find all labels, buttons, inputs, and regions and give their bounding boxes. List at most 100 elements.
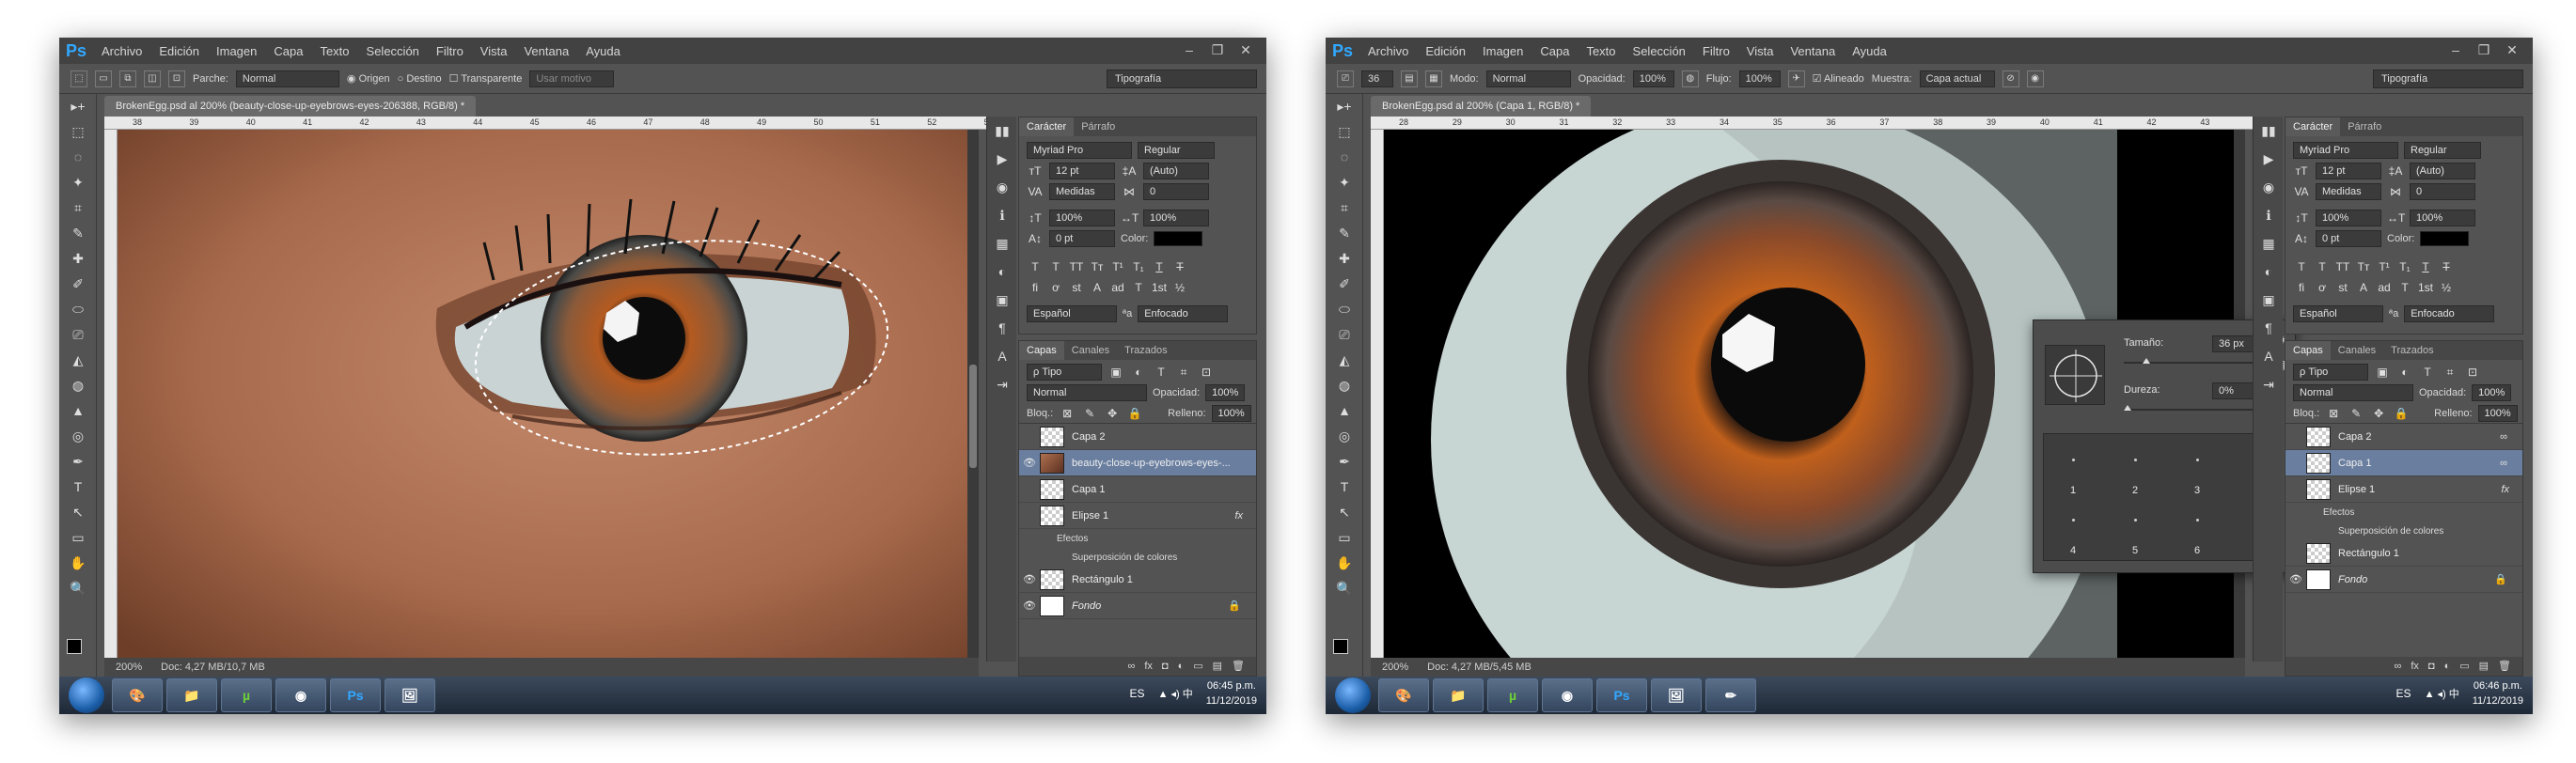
link-layers-icon[interactable]: ∞ bbox=[2395, 657, 2402, 676]
menu-filtro[interactable]: Filtro bbox=[1694, 44, 1738, 58]
discretionary-ligatures-button[interactable]: ơ bbox=[1047, 281, 1064, 294]
ordinals-button[interactable]: 1st bbox=[1151, 281, 1168, 294]
all-caps-button[interactable]: TT bbox=[2334, 260, 2351, 273]
clone-source-icon[interactable]: ▦ bbox=[1425, 70, 1442, 87]
visibility-toggle[interactable]: 👁 bbox=[2285, 573, 2306, 585]
menu-vista[interactable]: Vista bbox=[472, 44, 516, 58]
foreground-color-swatch[interactable] bbox=[1333, 639, 1348, 654]
leading-field[interactable]: (Auto) bbox=[1143, 163, 1209, 179]
menu-archivo[interactable]: Archivo bbox=[93, 44, 150, 58]
titling-alternates-button[interactable]: ad bbox=[2376, 281, 2393, 294]
fill-field[interactable]: 100% bbox=[2477, 404, 2518, 422]
zoom-tool-icon[interactable]: 🔍 bbox=[1326, 576, 1363, 601]
layer-row-selected[interactable]: Capa 1 ∞ bbox=[2285, 450, 2522, 476]
leading-field[interactable]: (Auto) bbox=[2410, 163, 2475, 179]
selection-subtract-icon[interactable]: ◫ bbox=[144, 70, 161, 87]
menu-archivo[interactable]: Archivo bbox=[1359, 44, 1417, 58]
pen-tool-icon[interactable]: ✒ bbox=[59, 449, 97, 475]
font-size-field[interactable]: 12 pt bbox=[1049, 163, 1115, 179]
blur-tool-icon[interactable]: ▲ bbox=[59, 398, 97, 424]
brush-preset-4[interactable]: 4 bbox=[2070, 545, 2076, 556]
type-tool-icon[interactable]: T bbox=[59, 475, 97, 500]
menu-texto[interactable]: Texto bbox=[1578, 44, 1624, 58]
swash-button[interactable]: st bbox=[2334, 281, 2351, 294]
taskbar-app-paint[interactable]: 🎨 bbox=[112, 678, 163, 712]
vertical-scale-field[interactable]: 100% bbox=[2316, 210, 2381, 226]
path-select-tool-icon[interactable]: ↖ bbox=[1326, 500, 1363, 525]
eyedropper-tool-icon[interactable]: ✎ bbox=[59, 221, 97, 246]
tool-presets-panel-icon[interactable]: ⇥ bbox=[2254, 370, 2284, 398]
font-style-select[interactable]: Regular bbox=[2404, 142, 2481, 159]
pressure-size-icon[interactable]: ◉ bbox=[2026, 70, 2044, 87]
brush-preset-2[interactable]: 2 bbox=[2132, 485, 2138, 496]
tray-icons[interactable]: ▲ ◂) 中 bbox=[2425, 686, 2459, 701]
ligatures-button[interactable]: fi bbox=[1027, 281, 1044, 294]
history-panel-icon[interactable]: ▮▮ bbox=[987, 117, 1017, 145]
styles-panel-icon[interactable]: ▣ bbox=[987, 286, 1017, 314]
brush-preset-5[interactable]: 5 bbox=[2132, 545, 2138, 556]
airbrush-icon[interactable]: ✈ bbox=[1787, 70, 1805, 87]
taskbar-app-photoshop[interactable]: Ps bbox=[330, 678, 381, 712]
clone-stamp-tool-icon[interactable]: ⎚ bbox=[1337, 70, 1354, 87]
faux-italic-button[interactable]: T bbox=[1047, 260, 1064, 273]
lock-position-icon[interactable]: ✥ bbox=[2370, 407, 2387, 420]
brush-preset-dot[interactable] bbox=[2134, 459, 2137, 461]
hand-tool-icon[interactable]: ✋ bbox=[1326, 551, 1363, 576]
layer-row[interactable]: 👁 Fondo 🔒 bbox=[2285, 567, 2522, 593]
faux-italic-button[interactable]: T bbox=[2314, 260, 2331, 273]
text-color-swatch[interactable] bbox=[1154, 231, 1203, 246]
layer-row[interactable]: Capa 2 bbox=[1019, 424, 1256, 450]
move-tool-icon[interactable]: ▸+ bbox=[59, 94, 97, 119]
taskbar-app-photos[interactable]: 🖼 bbox=[385, 678, 435, 712]
history-panel-icon[interactable]: ▮▮ bbox=[2254, 117, 2284, 145]
color-panel-icon[interactable]: ◉ bbox=[2254, 173, 2284, 201]
fx-icon[interactable]: fx bbox=[1234, 510, 1243, 522]
layer-row-selected[interactable]: 👁 beauty-close-up-eyebrows-eyes-... bbox=[1019, 450, 1256, 476]
lock-transparent-icon[interactable]: ⊠ bbox=[1059, 407, 1076, 420]
selection-intersect-icon[interactable]: ⊡ bbox=[168, 70, 185, 87]
visibility-toggle[interactable]: 👁 bbox=[1019, 600, 1040, 612]
clock[interactable]: 06:46 p.m. 11/12/2019 bbox=[2473, 678, 2523, 708]
document-tab[interactable]: BrokenEgg.psd al 200% (beauty-close-up-e… bbox=[104, 96, 477, 117]
opacidad-field[interactable]: 100% bbox=[1632, 70, 1674, 87]
font-family-select[interactable]: Myriad Pro bbox=[2293, 142, 2398, 159]
taskbar-app-explorer[interactable]: 📁 bbox=[1433, 678, 1484, 712]
superscript-button[interactable]: T¹ bbox=[1109, 260, 1126, 273]
menu-vista[interactable]: Vista bbox=[1738, 44, 1783, 58]
muestra-select[interactable]: Capa actual bbox=[1919, 70, 1995, 87]
taskbar-app-utorrent[interactable]: µ bbox=[1487, 678, 1538, 712]
horizontal-scale-field[interactable]: 100% bbox=[2410, 210, 2475, 226]
effect-item[interactable]: Superposición de colores bbox=[2285, 522, 2522, 540]
stamp-tool-icon[interactable]: ⬭ bbox=[59, 297, 97, 322]
font-style-select[interactable]: Regular bbox=[1138, 142, 1215, 159]
layer-row[interactable]: Capa 2 ∞ bbox=[2285, 424, 2522, 450]
tab-caracter[interactable]: Carácter bbox=[1019, 117, 1075, 136]
all-caps-button[interactable]: TT bbox=[1068, 260, 1085, 273]
blend-mode-select[interactable]: Normal bbox=[1027, 384, 1147, 401]
font-size-field[interactable]: 12 pt bbox=[2316, 163, 2381, 179]
slider-handle[interactable] bbox=[2124, 405, 2131, 411]
crop-tool-icon[interactable]: ⌗ bbox=[1326, 195, 1363, 221]
taskbar-app-paint[interactable]: 🎨 bbox=[1378, 678, 1429, 712]
taskbar-app-chrome[interactable]: ◉ bbox=[1542, 678, 1593, 712]
horizontal-scale-field[interactable]: 100% bbox=[1143, 210, 1209, 226]
menu-seleccion[interactable]: Selección bbox=[358, 44, 428, 58]
effect-item[interactable]: Superposición de colores bbox=[1019, 548, 1256, 567]
modo-select[interactable]: Normal bbox=[1485, 70, 1571, 87]
fill-field[interactable]: 100% bbox=[1211, 404, 1251, 422]
swash-button[interactable]: st bbox=[1068, 281, 1085, 294]
language-indicator[interactable]: ES bbox=[2396, 687, 2411, 700]
layer-filter-select[interactable]: ρ Tipo bbox=[1027, 364, 1102, 381]
close-button[interactable]: ✕ bbox=[2501, 41, 2523, 58]
crop-tool-icon[interactable]: ⌗ bbox=[59, 195, 97, 221]
eraser-tool-icon[interactable]: ◭ bbox=[59, 348, 97, 373]
tab-capas[interactable]: Capas bbox=[1019, 341, 1064, 360]
new-adjustment-icon[interactable]: ◐ bbox=[1178, 657, 1185, 676]
dodge-tool-icon[interactable]: ◎ bbox=[59, 424, 97, 449]
adjustments-panel-icon[interactable]: ◐ bbox=[987, 257, 1017, 286]
taskbar-app-utorrent[interactable]: µ bbox=[221, 678, 272, 712]
shape-tool-icon[interactable]: ▭ bbox=[1326, 525, 1363, 551]
opacity-field[interactable]: 100% bbox=[2472, 384, 2512, 401]
healing-tool-icon[interactable]: ✚ bbox=[59, 246, 97, 272]
clock[interactable]: 06:45 p.m. 11/12/2019 bbox=[1206, 678, 1257, 708]
